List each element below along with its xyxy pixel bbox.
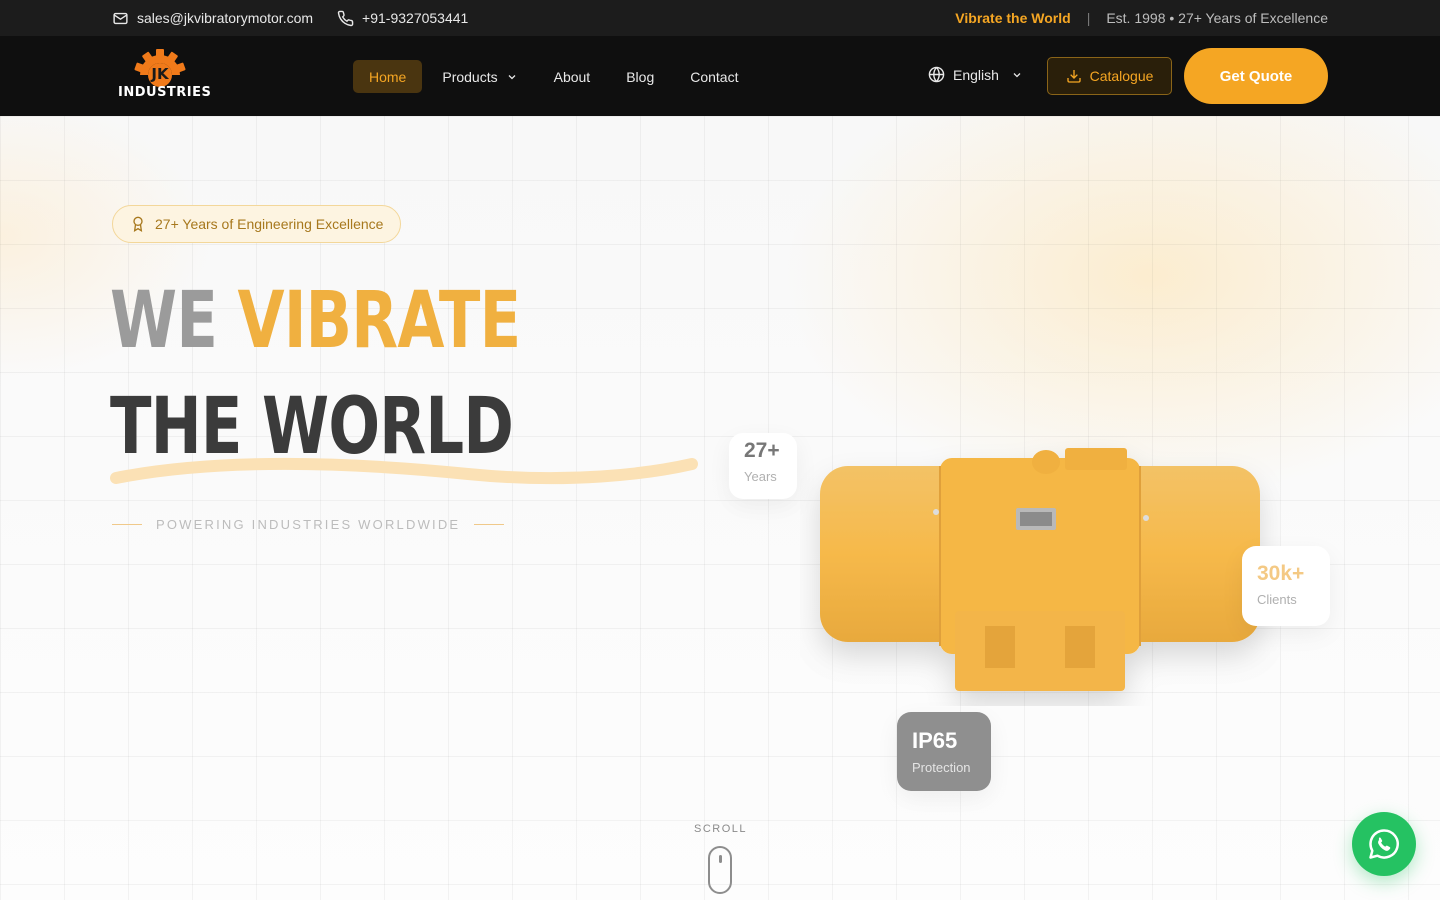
chevron-down-icon — [508, 74, 516, 79]
headline-we: WE — [110, 276, 218, 366]
stat-value: IP65 — [912, 728, 958, 753]
divider-line — [474, 524, 505, 525]
subtitle-row: POWERING INDUSTRIES WORLDWIDE — [112, 517, 505, 532]
whatsapp-button[interactable] — [1352, 812, 1416, 876]
logo[interactable]: JK INDUSTRIES — [118, 49, 212, 105]
catalogue-label: Catalogue — [1089, 68, 1154, 84]
established-text: Est. 1998 • 27+ Years of Excellence — [1106, 10, 1328, 26]
hero-section: 27+ Years of Engineering Excellence WE V… — [0, 116, 1440, 900]
download-icon — [1066, 70, 1081, 83]
nav-menu: Home Products About Blog Contact — [353, 60, 754, 93]
stat-value: 27+ — [744, 439, 780, 462]
nav-item-label: About — [553, 68, 591, 85]
badge-text: 27+ Years of Engineering Excellence — [155, 216, 384, 232]
main-nav: JK INDUSTRIES Home Products About Blog C… — [0, 36, 1440, 116]
nav-item-blog[interactable]: Blog — [610, 60, 670, 93]
globe-icon — [928, 66, 945, 83]
mail-icon — [113, 12, 128, 24]
nav-item-about[interactable]: About — [538, 60, 607, 93]
protection-stat-card: IP65 Protection — [897, 712, 991, 791]
scroll-label: SCROLL — [694, 823, 748, 835]
nav-item-contact[interactable]: Contact — [674, 60, 754, 93]
mouse-wheel — [719, 855, 722, 863]
phone-link[interactable]: +91-9327053441 — [337, 10, 468, 27]
underline-swoosh — [110, 457, 698, 485]
vibratory-motor-image — [820, 448, 1260, 691]
subtitle-text: POWERING INDUSTRIES WORLDWIDE — [156, 517, 461, 532]
scroll-mouse-icon[interactable] — [708, 846, 732, 894]
divider-line — [112, 524, 142, 525]
headline-vibrate: VIBRATE — [237, 276, 522, 366]
get-quote-button[interactable]: Get Quote — [1184, 48, 1328, 104]
contact-info: sales@jkvibratorymotor.com +91-932705344… — [112, 10, 468, 27]
phone-text: +91-9327053441 — [362, 10, 469, 26]
nav-item-label: Blog — [626, 68, 655, 85]
svg-text:JK: JK — [150, 65, 170, 83]
whatsapp-icon — [1369, 829, 1399, 859]
email-link[interactable]: sales@jkvibratorymotor.com — [112, 10, 313, 27]
nav-item-products[interactable]: Products — [426, 60, 533, 93]
headline-line-1: WE VIBRATE — [110, 282, 521, 360]
nav-item-label: Home — [369, 68, 407, 85]
tagline: Vibrate the World — [955, 10, 1071, 26]
stat-label: Years — [744, 469, 777, 484]
chevron-down-icon — [1013, 72, 1021, 77]
nav-item-home[interactable]: Home — [353, 60, 423, 93]
award-icon — [133, 216, 143, 232]
nav-item-label: Products — [442, 68, 498, 85]
language-label: English — [953, 66, 999, 83]
clients-stat-card: 30k+ Clients — [1242, 546, 1330, 626]
topbar-right: Vibrate the World | Est. 1998 • 27+ Year… — [955, 10, 1328, 26]
catalogue-button[interactable]: Catalogue — [1047, 57, 1172, 95]
nav-item-label: Contact — [690, 68, 739, 85]
gear-logo-icon: JK — [134, 49, 186, 87]
stat-label: Clients — [1257, 592, 1297, 607]
stat-value: 30k+ — [1257, 562, 1305, 585]
email-text: sales@jkvibratorymotor.com — [137, 10, 314, 26]
top-bar: sales@jkvibratorymotor.com +91-932705344… — [0, 0, 1440, 36]
divider: | — [1086, 10, 1091, 26]
experience-badge: 27+ Years of Engineering Excellence — [112, 205, 402, 243]
language-selector[interactable]: English — [928, 66, 1023, 83]
stat-label: Protection — [912, 760, 971, 775]
years-stat-card: 27+ Years — [729, 433, 797, 499]
logo-text: INDUSTRIES — [118, 85, 212, 100]
quote-label: Get Quote — [1219, 67, 1293, 85]
phone-icon — [337, 10, 354, 26]
